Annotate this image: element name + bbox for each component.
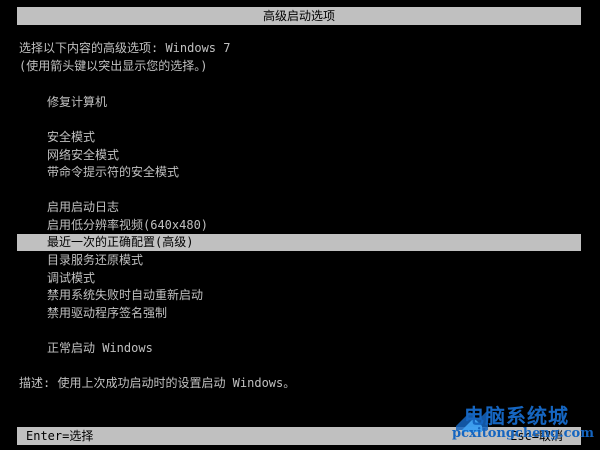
option-start-windows-normally[interactable]: 正常启动 Windows [47,340,153,357]
option-low-resolution-video[interactable]: 启用低分辨率视频(640x480) [47,217,208,234]
option-description: 描述: 使用上次成功启动时的设置启动 Windows。 [19,376,296,390]
footer-enter-hint: Enter=选择 [26,429,94,443]
option-disable-auto-restart[interactable]: 禁用系统失败时自动重新启动 [47,287,203,304]
option-debugging-mode[interactable]: 调试模式 [47,270,95,287]
option-disable-driver-signature[interactable]: 禁用驱动程序签名强制 [47,305,167,322]
option-safe-mode-networking[interactable]: 网络安全模式 [47,147,119,164]
window-title: 高级启动选项 [262,9,335,23]
intro-line-hint: (使用箭头键以突出显示您的选择。) [19,59,208,73]
window-title-bar: 高级启动选项 [17,7,581,25]
option-directory-services-restore[interactable]: 目录服务还原模式 [47,252,143,269]
option-safe-mode[interactable]: 安全模式 [47,129,95,146]
watermark-url: pcxitongcheng.com [452,426,594,441]
option-boot-logging[interactable]: 启用启动日志 [47,199,119,216]
watermark: 电脑系统城 pcxitongcheng.com [446,396,596,446]
intro-line-os: 选择以下内容的高级选项: Windows 7 [19,41,231,55]
option-repair-computer[interactable]: 修复计算机 [47,94,107,111]
watermark-text: 电脑系统城 [464,404,569,428]
option-last-known-good-config[interactable]: 最近一次的正确配置(高级) [17,234,581,251]
option-safe-mode-command-prompt[interactable]: 带命令提示符的安全模式 [47,164,179,181]
